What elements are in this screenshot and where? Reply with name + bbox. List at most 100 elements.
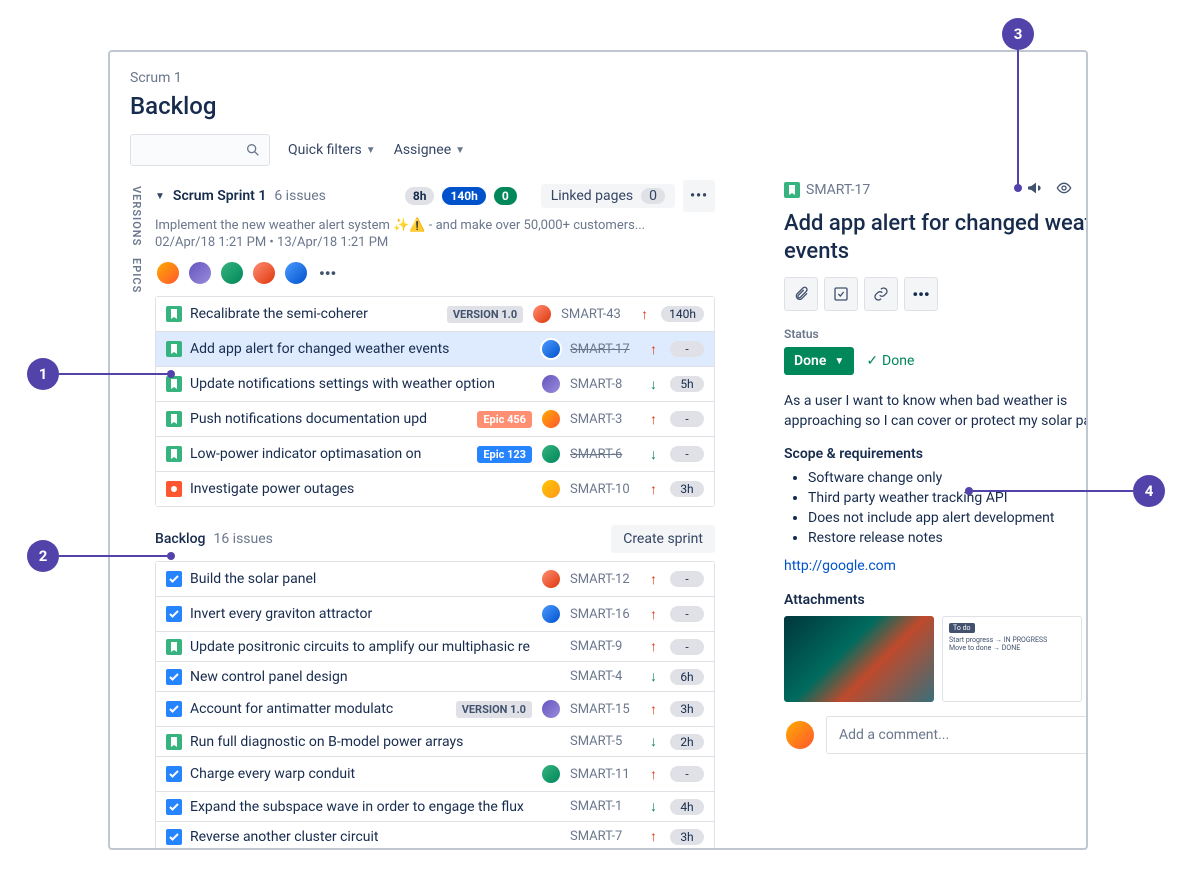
priority-icon: ↑ bbox=[650, 341, 662, 358]
issue-key[interactable]: SMART-43 bbox=[561, 307, 633, 322]
issue-key[interactable]: SMART-6 bbox=[570, 447, 642, 462]
issue-row[interactable]: Low-power indicator optimasation onEpic … bbox=[156, 437, 714, 472]
issue-row[interactable]: Run full diagnostic on B-model power arr… bbox=[156, 727, 714, 757]
issue-row[interactable]: Build the solar panelSMART-12↑- bbox=[156, 562, 714, 597]
priority-icon: ↓ bbox=[650, 798, 662, 815]
annotation-4: 4 bbox=[1133, 475, 1165, 507]
subtask-button[interactable] bbox=[824, 277, 858, 311]
assignee-avatar[interactable] bbox=[540, 373, 562, 395]
more-icon[interactable]: ••• bbox=[319, 264, 336, 283]
issue-key[interactable]: SMART-17 bbox=[806, 182, 870, 198]
priority-icon: ↑ bbox=[650, 411, 662, 428]
search-input[interactable] bbox=[130, 134, 270, 166]
sprint-issue-count: 6 issues bbox=[274, 188, 326, 204]
issue-key[interactable]: SMART-1 bbox=[570, 799, 642, 814]
assignee-avatar[interactable] bbox=[540, 443, 562, 465]
epics-tab[interactable]: EPICS bbox=[130, 258, 143, 293]
issue-key[interactable]: SMART-15 bbox=[570, 702, 642, 717]
priority-icon: ↑ bbox=[650, 606, 662, 623]
task-icon bbox=[166, 701, 182, 717]
issue-row[interactable]: New control panel designSMART-4↓6h bbox=[156, 662, 714, 692]
issue-key[interactable]: SMART-5 bbox=[570, 734, 642, 749]
issue-summary: Recalibrate the semi-coherer bbox=[190, 306, 439, 322]
chevron-down-icon: ▼ bbox=[366, 145, 376, 156]
watch-icon[interactable] bbox=[1056, 180, 1072, 200]
linked-pages-button[interactable]: Linked pages0 bbox=[541, 184, 675, 208]
attachments-heading: Attachments bbox=[784, 592, 1088, 608]
issue-row[interactable]: Charge every warp conduitSMART-11↑- bbox=[156, 757, 714, 792]
issue-row[interactable]: Expand the subspace wave in order to eng… bbox=[156, 792, 714, 822]
link-button[interactable] bbox=[864, 277, 898, 311]
issue-key[interactable]: SMART-10 bbox=[570, 482, 642, 497]
issue-key[interactable]: SMART-11 bbox=[570, 767, 642, 782]
toolbar-more-button[interactable]: ••• bbox=[904, 277, 938, 311]
detail-more-button[interactable]: ••• bbox=[1086, 181, 1088, 200]
comment-input[interactable]: Add a comment... bbox=[826, 716, 1088, 754]
feedback-icon[interactable] bbox=[1026, 180, 1042, 200]
assignee-avatar[interactable] bbox=[540, 568, 562, 590]
assignee-avatar[interactable] bbox=[531, 303, 553, 325]
issue-key[interactable]: SMART-17 bbox=[570, 342, 642, 357]
issue-row[interactable]: Invert every graviton attractorSMART-16↑… bbox=[156, 597, 714, 632]
story-icon bbox=[166, 639, 182, 655]
issue-summary: Build the solar panel bbox=[190, 571, 532, 587]
create-sprint-button[interactable]: Create sprint bbox=[611, 525, 715, 553]
task-icon bbox=[166, 829, 182, 845]
sprint-assignees[interactable]: ••• bbox=[155, 260, 715, 286]
issue-description[interactable]: As a user I want to know when bad weathe… bbox=[784, 391, 1088, 432]
estimate-todo: 8h bbox=[405, 187, 435, 205]
backlog-title: Backlog bbox=[155, 531, 205, 547]
versions-tab[interactable]: VERSIONS bbox=[130, 186, 143, 246]
epic-tag[interactable]: Epic 123 bbox=[477, 446, 532, 463]
issue-summary: Update notifications settings with weath… bbox=[190, 376, 532, 392]
issue-key[interactable]: SMART-16 bbox=[570, 607, 642, 622]
task-icon bbox=[166, 571, 182, 587]
collapse-icon[interactable]: ▼ bbox=[155, 191, 165, 202]
estimate-badge: - bbox=[670, 446, 704, 462]
issue-row[interactable]: Account for antimatter modulatcVERSION 1… bbox=[156, 692, 714, 727]
avatar[interactable] bbox=[219, 260, 245, 286]
status-dropdown[interactable]: Done▼ bbox=[784, 347, 854, 375]
assignee-avatar[interactable] bbox=[540, 478, 562, 500]
issue-summary: Update positronic circuits to amplify ou… bbox=[190, 639, 562, 655]
issue-title[interactable]: Add app alert for changed weather events bbox=[784, 210, 1088, 265]
avatar[interactable] bbox=[155, 260, 181, 286]
version-tag[interactable]: VERSION 1.0 bbox=[447, 306, 523, 323]
sprint-more-button[interactable]: ••• bbox=[683, 180, 715, 212]
assignee-avatar[interactable] bbox=[540, 338, 562, 360]
assignee-avatar[interactable] bbox=[540, 698, 562, 720]
epic-tag[interactable]: Epic 456 bbox=[477, 411, 532, 428]
attach-button[interactable] bbox=[784, 277, 818, 311]
issue-key[interactable]: SMART-12 bbox=[570, 572, 642, 587]
issue-row[interactable]: Update notifications settings with weath… bbox=[156, 367, 714, 402]
issue-key[interactable]: SMART-9 bbox=[570, 639, 642, 654]
issue-key[interactable]: SMART-4 bbox=[570, 669, 642, 684]
issue-key[interactable]: SMART-8 bbox=[570, 377, 642, 392]
issue-row[interactable]: Update positronic circuits to amplify ou… bbox=[156, 632, 714, 662]
quick-filters-dropdown[interactable]: Quick filters▼ bbox=[288, 142, 376, 158]
attachment-thumbnail[interactable] bbox=[784, 616, 934, 702]
estimate-badge: 3h bbox=[670, 829, 704, 845]
breadcrumb[interactable]: Scrum 1 bbox=[130, 70, 1066, 86]
avatar[interactable] bbox=[251, 260, 277, 286]
assignee-avatar[interactable] bbox=[540, 408, 562, 430]
bug-icon bbox=[166, 481, 182, 497]
assignee-avatar[interactable] bbox=[540, 763, 562, 785]
issue-row[interactable]: Investigate power outagesSMART-10↑3h bbox=[156, 472, 714, 506]
sprint-name[interactable]: Scrum Sprint 1 bbox=[173, 188, 266, 204]
assignee-avatar[interactable] bbox=[540, 603, 562, 625]
assignee-dropdown[interactable]: Assignee▼ bbox=[394, 142, 465, 158]
attachment-thumbnail[interactable]: To do Start progress → IN PROGRESS Move … bbox=[942, 616, 1082, 702]
annotation-2: 2 bbox=[27, 540, 59, 572]
issue-row[interactable]: Reverse another cluster circuitSMART-7↑3… bbox=[156, 822, 714, 850]
issue-key[interactable]: SMART-7 bbox=[570, 829, 642, 844]
issue-row[interactable]: Add app alert for changed weather events… bbox=[156, 332, 714, 367]
issue-row[interactable]: Recalibrate the semi-coherer VERSION 1.0 S… bbox=[156, 297, 714, 332]
version-tag[interactable]: VERSION 1.0 bbox=[456, 701, 532, 718]
issue-key[interactable]: SMART-3 bbox=[570, 412, 642, 427]
story-icon bbox=[784, 182, 800, 198]
avatar[interactable] bbox=[283, 260, 309, 286]
issue-row[interactable]: Push notifications documentation updEpic… bbox=[156, 402, 714, 437]
external-link[interactable]: http://google.com bbox=[784, 558, 1088, 574]
avatar[interactable] bbox=[187, 260, 213, 286]
